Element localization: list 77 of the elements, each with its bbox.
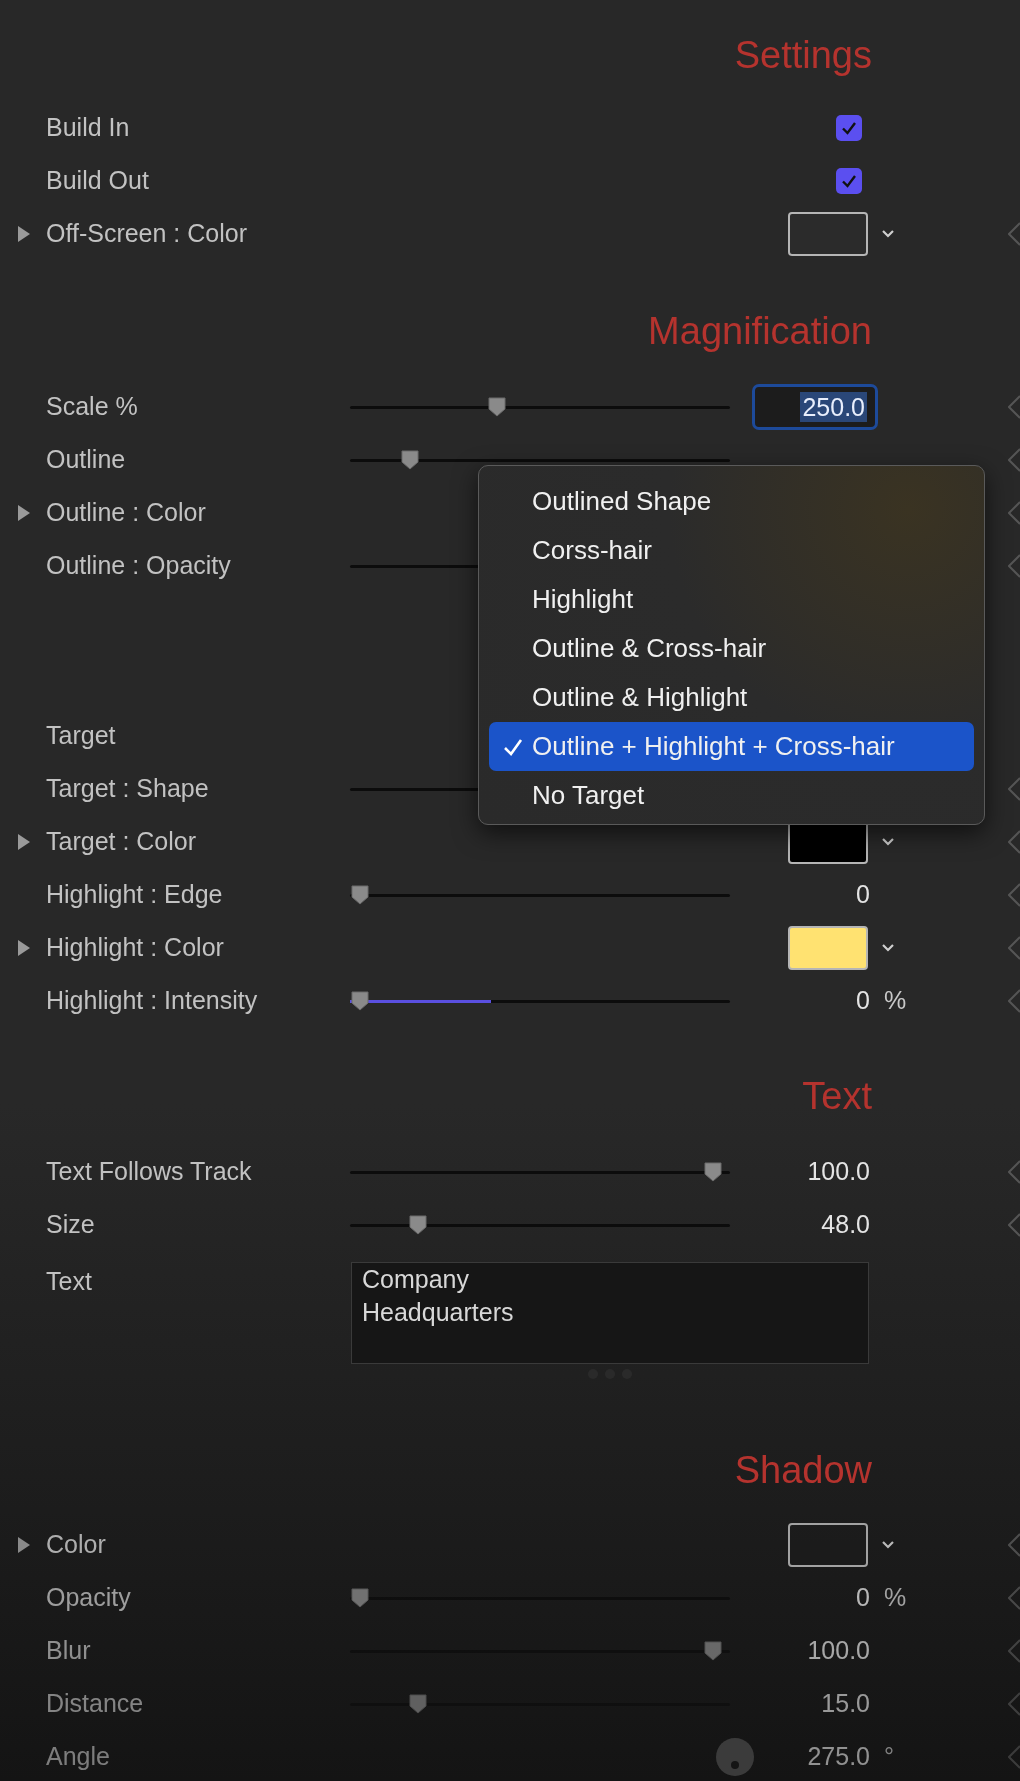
angle-value: 275.0 xyxy=(807,1740,870,1772)
menu-item[interactable]: No Target xyxy=(489,771,974,820)
slider-track[interactable] xyxy=(350,1639,730,1662)
slider-value: 15.0 xyxy=(821,1687,870,1719)
row-label: Outline : Color xyxy=(46,497,206,526)
checkbox[interactable] xyxy=(836,114,862,141)
section-heading: Shadow xyxy=(734,1448,872,1493)
slider-track[interactable] xyxy=(350,1586,730,1609)
unit-label: % xyxy=(884,1581,907,1613)
row-label: Build In xyxy=(46,112,130,141)
slider-track[interactable] xyxy=(350,1213,730,1236)
row-label: Size xyxy=(46,1209,95,1238)
color-swatch[interactable] xyxy=(788,1522,868,1567)
chevron-down-icon[interactable] xyxy=(880,835,896,848)
slider-value: 100.0 xyxy=(807,1155,870,1187)
menu-item[interactable]: Highlight xyxy=(489,575,974,624)
text-field[interactable]: Company Headquarters xyxy=(351,1262,869,1364)
row-label: Scale % xyxy=(46,391,138,420)
row-label: Blur xyxy=(46,1635,91,1664)
chevron-down-icon[interactable] xyxy=(880,227,896,240)
row-label: Target xyxy=(46,720,116,749)
slider-track[interactable] xyxy=(350,883,730,906)
row-label: Off-Screen : Color xyxy=(46,218,247,247)
row-label: Distance xyxy=(46,1688,144,1717)
slider-track[interactable] xyxy=(350,989,730,1012)
menu-item[interactable]: Outline + Highlight + Cross-hair xyxy=(489,722,974,771)
disclosure-triangle-icon[interactable] xyxy=(17,1535,31,1554)
row-label: Highlight : Intensity xyxy=(46,985,258,1014)
slider-thumb[interactable] xyxy=(350,883,370,906)
slider-thumb[interactable] xyxy=(350,1586,370,1609)
checkbox[interactable] xyxy=(836,167,862,194)
row-label: Angle xyxy=(46,1741,110,1770)
unit-label: % xyxy=(884,984,907,1016)
disclosure-triangle-icon[interactable] xyxy=(17,832,31,851)
slider-thumb[interactable] xyxy=(407,1692,428,1715)
chevron-down-icon[interactable] xyxy=(880,941,896,954)
slider-track[interactable] xyxy=(350,1160,730,1183)
section-heading: Magnification xyxy=(648,309,872,354)
menu-item[interactable]: Corss-hair xyxy=(489,526,974,575)
row-label: Target : Shape xyxy=(46,773,209,802)
row-label: Text Follows Track xyxy=(46,1156,252,1185)
slider-thumb[interactable] xyxy=(702,1639,723,1662)
row-label: Build Out xyxy=(46,165,149,194)
row-label: Opacity xyxy=(46,1582,131,1611)
menu-item[interactable]: Outlined Shape xyxy=(489,477,974,526)
row-label: Text xyxy=(46,1267,92,1295)
color-swatch[interactable] xyxy=(788,211,868,256)
disclosure-triangle-icon[interactable] xyxy=(17,503,31,522)
menu-item[interactable]: Outline & Highlight xyxy=(489,673,974,722)
slider-value: 0 xyxy=(856,1581,870,1613)
slider-thumb[interactable] xyxy=(400,448,421,471)
slider-track[interactable] xyxy=(350,1692,730,1715)
row-label: Target : Color xyxy=(46,826,197,855)
menu-item[interactable]: Outline & Cross-hair xyxy=(489,624,974,673)
slider-track[interactable] xyxy=(350,395,730,418)
scale-field[interactable]: 250.0 xyxy=(752,383,878,430)
slider-value: 0 xyxy=(856,878,870,910)
color-swatch[interactable] xyxy=(788,925,868,970)
slider-thumb[interactable] xyxy=(486,395,507,418)
section-heading: Settings xyxy=(734,33,872,78)
chevron-down-icon[interactable] xyxy=(880,1538,896,1551)
row-label: Highlight : Color xyxy=(46,932,224,961)
slider-thumb[interactable] xyxy=(702,1160,723,1183)
disclosure-triangle-icon[interactable] xyxy=(17,938,31,957)
row-label: Color xyxy=(46,1529,106,1558)
slider-value: 100.0 xyxy=(807,1634,870,1666)
slider-thumb[interactable] xyxy=(407,1213,428,1236)
slider-track[interactable] xyxy=(350,448,730,471)
section-heading: Text xyxy=(802,1074,872,1119)
row-label: Outline xyxy=(46,444,126,473)
slider-value: 48.0 xyxy=(821,1208,870,1240)
slider-thumb[interactable] xyxy=(350,989,370,1012)
unit-label: ° xyxy=(884,1740,894,1772)
row-label: Outline : Opacity xyxy=(46,550,231,579)
slider-value: 0 xyxy=(856,984,870,1016)
disclosure-triangle-icon[interactable] xyxy=(17,224,31,243)
row-label: Highlight : Edge xyxy=(46,879,223,908)
